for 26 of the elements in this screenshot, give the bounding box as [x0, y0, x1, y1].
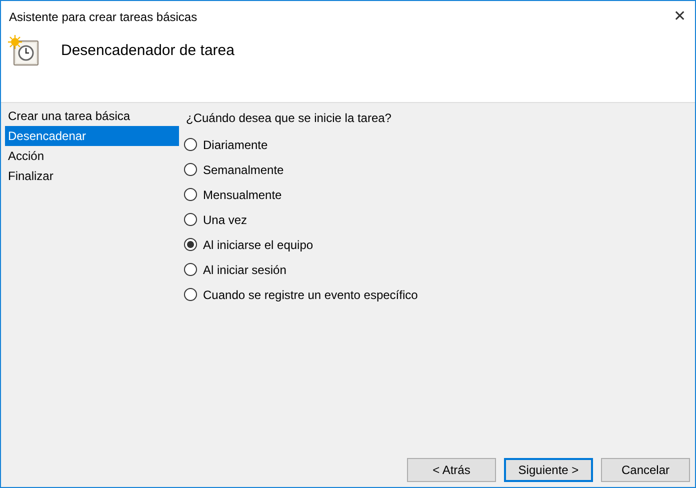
page-heading: Desencadenador de tarea — [61, 40, 234, 61]
wizard-button[interactable]: Siguiente > — [504, 458, 593, 482]
radio-button[interactable] — [184, 138, 197, 151]
wizard-step[interactable]: Desencadenar — [5, 126, 179, 146]
option-label[interactable]: Al iniciarse el equipo — [203, 236, 314, 254]
wizard-step[interactable]: Finalizar — [5, 166, 179, 186]
option-label[interactable]: Cuando se registre un evento específico — [203, 286, 418, 304]
clock-icon — [8, 35, 40, 67]
radio-button[interactable] — [184, 188, 197, 201]
radio-button[interactable] — [184, 238, 197, 251]
radio-button[interactable] — [184, 263, 197, 276]
option-label[interactable]: Una vez — [203, 210, 248, 228]
option-label[interactable]: Semanalmente — [203, 160, 284, 178]
option-label[interactable]: Diariamente — [203, 136, 268, 154]
wizard-step[interactable]: Crear una tarea básica — [5, 106, 179, 126]
wizard-step[interactable]: Acción — [5, 146, 179, 166]
option-label[interactable]: Al iniciar sesión — [203, 260, 286, 278]
close-button[interactable]: ✕ — [665, 2, 695, 32]
radio-button[interactable] — [184, 213, 197, 226]
window-title: Asistente para crear tareas básicas — [9, 9, 198, 26]
question-text: ¿Cuándo desea que se inicie la tarea? — [186, 110, 392, 127]
radio-button[interactable] — [184, 163, 197, 176]
wizard-button[interactable]: < Atrás — [407, 458, 496, 482]
option-label[interactable]: Mensualmente — [203, 186, 282, 204]
wizard-button[interactable]: Cancelar — [601, 458, 690, 482]
radio-button[interactable] — [184, 288, 197, 301]
